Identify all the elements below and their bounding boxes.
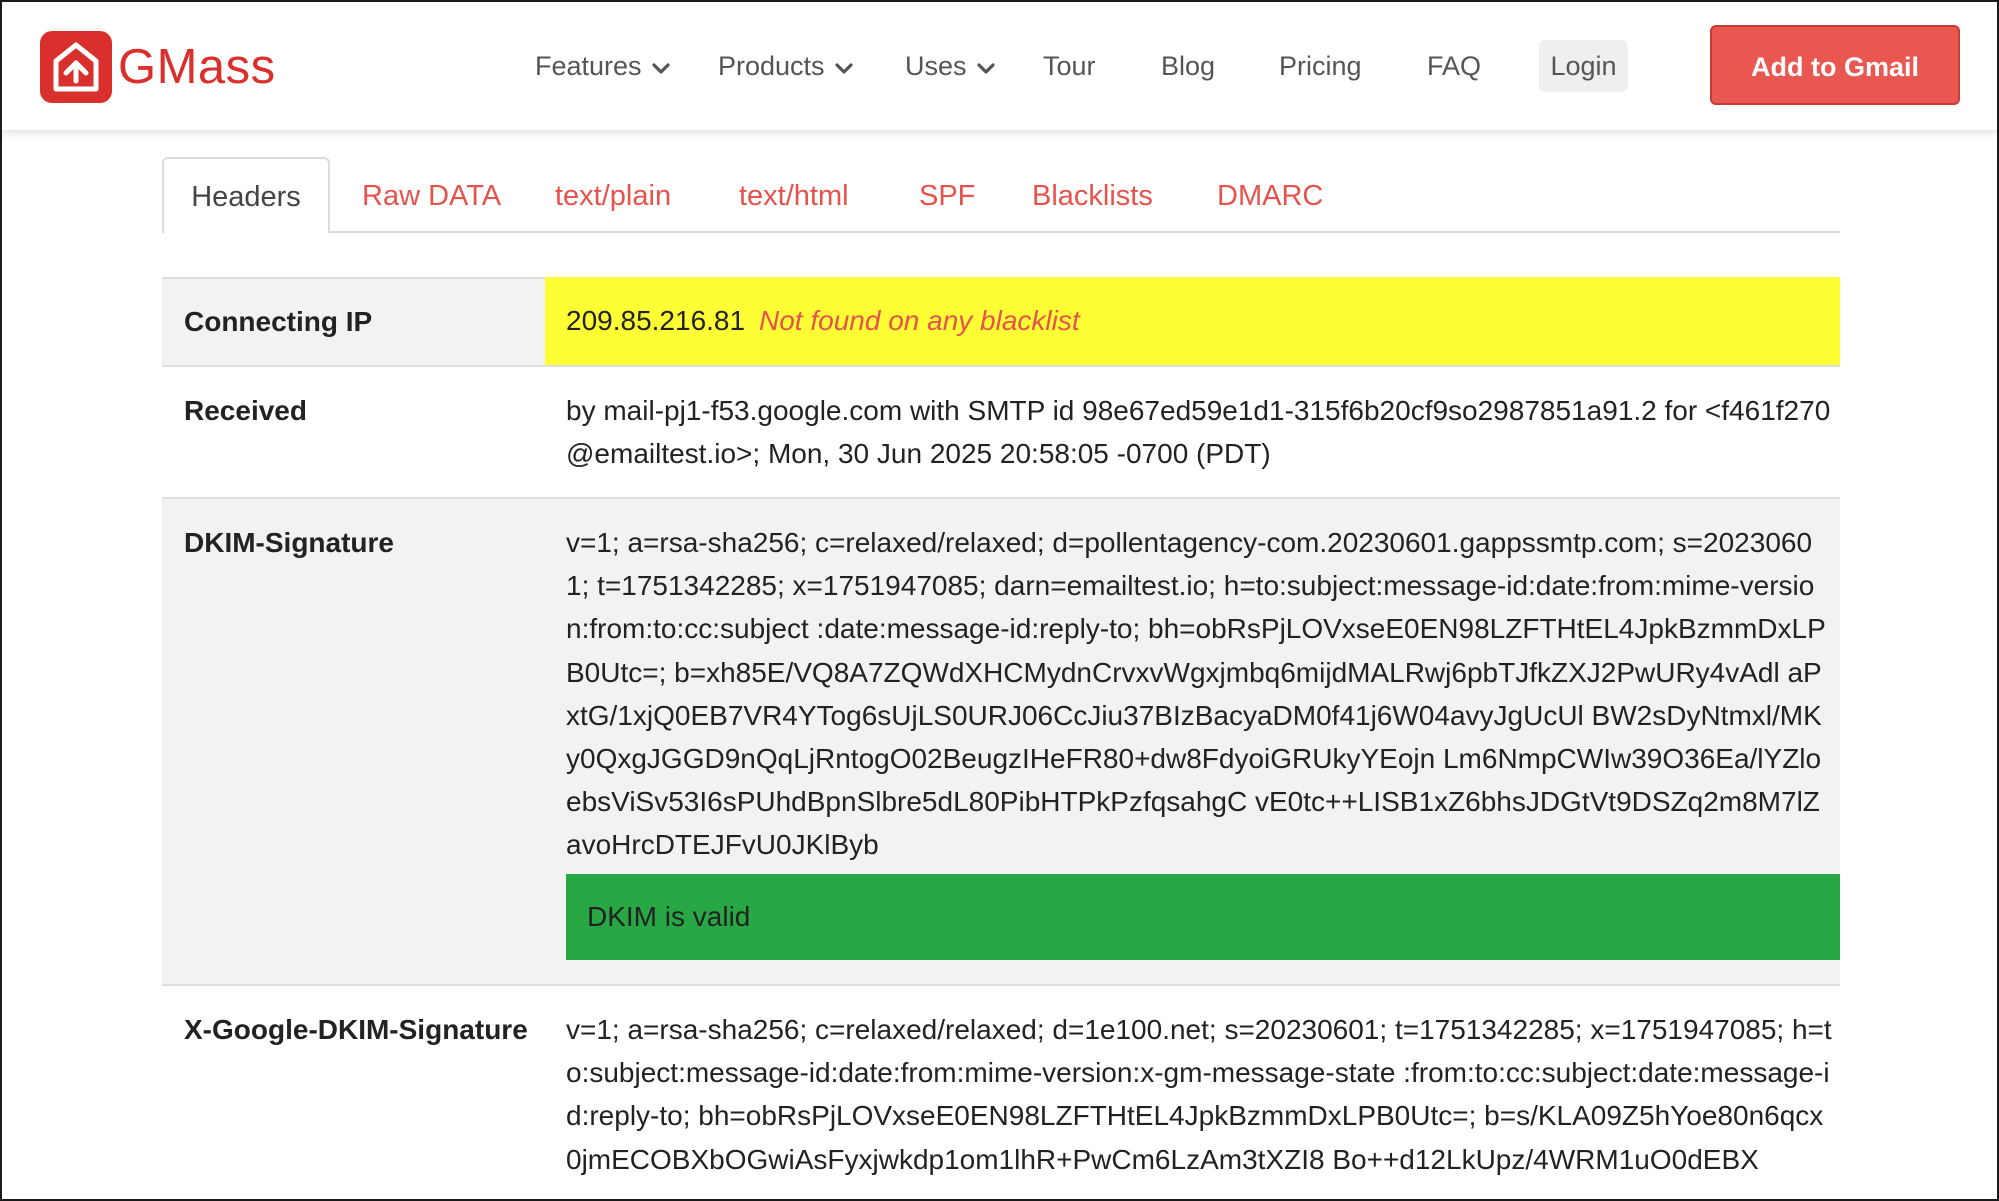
nav-item-label: Features <box>535 51 642 81</box>
nav-item-products[interactable]: Products <box>718 46 853 86</box>
nav-item-blog[interactable]: Blog <box>1161 46 1215 86</box>
tab-raw-data[interactable]: Raw DATA <box>362 176 501 216</box>
received-label: Received <box>184 395 307 426</box>
blacklist-status: Not found on any blacklist <box>759 305 1080 336</box>
header-row-received: Received by mail-pj1-f53.google.com with… <box>162 367 1840 499</box>
nav-item-features[interactable]: Features <box>535 46 670 86</box>
x-google-dkim-signature-label: X-Google-DKIM-Signature <box>184 1014 528 1045</box>
brand-name[interactable]: GMass <box>118 36 276 98</box>
tab-blacklists[interactable]: Blacklists <box>1032 176 1153 216</box>
tab-spf[interactable]: SPF <box>919 176 975 216</box>
connecting-ip-label: Connecting IP <box>184 306 373 337</box>
chevron-down-icon <box>976 46 995 86</box>
connecting-ip-cell: 209.85.216.81 Not found on any blacklist <box>545 277 1840 365</box>
chevron-down-icon <box>651 46 670 86</box>
header-row-x-google-dkim-signature: X-Google-DKIM-Signature v=1; a=rsa-sha25… <box>162 986 1840 1199</box>
tabs-divider <box>162 231 1840 233</box>
received-value: by mail-pj1-f53.google.com with SMTP id … <box>566 395 1831 470</box>
header-row-connecting-ip: Connecting IP 209.85.216.81 Not found on… <box>162 277 1840 367</box>
dkim-signature-label: DKIM-Signature <box>184 527 394 558</box>
envelope-logo-icon[interactable] <box>40 31 112 103</box>
add-to-gmail-button[interactable]: Add to Gmail <box>1710 25 1960 105</box>
dkim-signature-value: v=1; a=rsa-sha256; c=relaxed/relaxed; d=… <box>566 527 1826 861</box>
dkim-valid-badge: DKIM is valid <box>566 874 1840 960</box>
nav-item-uses[interactable]: Uses <box>905 46 995 86</box>
tab-dmarc[interactable]: DMARC <box>1217 176 1323 216</box>
nav-item-label: Uses <box>905 51 967 81</box>
x-google-dkim-signature-value: v=1; a=rsa-sha256; c=relaxed/relaxed; d=… <box>566 1014 1832 1175</box>
tab-headers[interactable]: Headers <box>162 157 330 233</box>
login-button[interactable]: Login <box>1539 40 1628 92</box>
nav-item-tour[interactable]: Tour <box>1043 46 1096 86</box>
chevron-down-icon <box>834 46 853 86</box>
tab-text-html[interactable]: text/html <box>739 176 849 216</box>
connecting-ip-value: 209.85.216.81 <box>566 305 746 336</box>
top-navbar: GMass Features Products Uses Tour Blog P… <box>2 2 1997 130</box>
tab-text-plain[interactable]: text/plain <box>555 176 671 216</box>
nav-item-label: Products <box>718 51 825 81</box>
browser-page: GMass Features Products Uses Tour Blog P… <box>0 0 1999 1201</box>
nav-item-pricing[interactable]: Pricing <box>1279 46 1362 86</box>
header-row-dkim-signature: DKIM-Signature v=1; a=rsa-sha256; c=rela… <box>162 499 1840 986</box>
nav-item-faq[interactable]: FAQ <box>1427 46 1481 86</box>
